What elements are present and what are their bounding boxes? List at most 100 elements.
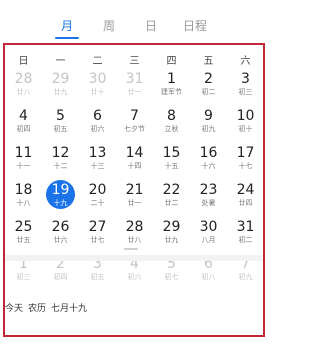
lunar-day: 初七 <box>164 273 179 281</box>
lunar-day: 廿七 <box>90 236 105 244</box>
day-number: 28 <box>125 219 144 235</box>
tab-week[interactable]: 周 <box>97 17 121 37</box>
tab-schedule[interactable]: 日程 <box>177 17 213 37</box>
day-cell[interactable]: 7 七夕节 <box>116 106 153 143</box>
lunar-day: 初三 <box>238 88 253 96</box>
day-cell[interactable]: 30 八月 <box>190 217 227 254</box>
day-number: 25 <box>14 219 33 235</box>
weekday-label: 一 <box>55 56 66 67</box>
day-number: 10 <box>236 108 255 124</box>
lunar-day: 十六 <box>201 162 216 170</box>
day-number: 9 <box>204 108 213 124</box>
day-cell[interactable]: 20 二十 <box>79 180 116 217</box>
drag-handle[interactable] <box>124 248 138 250</box>
lunar-day: 十五 <box>164 162 179 170</box>
day-cell[interactable]: 15 十五 <box>153 143 190 180</box>
day-cell[interactable]: 6 初六 <box>79 106 116 143</box>
day-number: 1 <box>167 71 176 87</box>
day-number: 26 <box>51 219 70 235</box>
day-number: 31 <box>236 219 255 235</box>
weekday-header: 日一二三四五六 <box>5 52 263 67</box>
day-cell[interactable]: 11 十一 <box>5 143 42 180</box>
lunar-date: 七月十九 <box>51 304 88 314</box>
lunar-day: 初九 <box>238 273 253 281</box>
lunar-day: 初三 <box>16 273 31 281</box>
day-cell[interactable]: 10 初十 <box>227 106 264 143</box>
lunar-info-bar: 今天 农历 七月十九 <box>5 301 92 314</box>
day-cell[interactable]: 4 初四 <box>5 106 42 143</box>
lunar-day: 建军节 <box>161 88 182 96</box>
lunar-day: 初六 <box>90 125 105 133</box>
day-number: 4 <box>19 108 28 124</box>
lunar-day: 初九 <box>201 125 216 133</box>
calendar-month-panel: 日一二三四五六 28 廿八 29 廿九 30 廿十 31 廿一 1 建军节 2 初二 3 初三 4 初四 5 初五… <box>3 43 265 337</box>
day-number: 30 <box>88 71 107 87</box>
day-cell[interactable]: 13 十三 <box>79 143 116 180</box>
view-tabs: 月 周 日 日程 <box>0 0 271 40</box>
day-cell[interactable]: 8 立秋 <box>153 106 190 143</box>
day-cell[interactable]: 30 廿十 <box>79 69 116 106</box>
weekday-label: 六 <box>240 56 251 67</box>
weekday-label: 三 <box>129 56 140 67</box>
day-cell[interactable]: 29 廿九 <box>42 69 79 106</box>
lunar-day: 七夕节 <box>124 125 145 133</box>
day-cell[interactable]: 31 廿一 <box>116 69 153 106</box>
day-cell[interactable]: 24 廿四 <box>227 180 264 217</box>
day-number: 13 <box>88 145 107 161</box>
day-cell[interactable]: 16 十六 <box>190 143 227 180</box>
day-cell[interactable]: 14 十四 <box>116 143 153 180</box>
day-cell[interactable]: 18 十八 <box>5 180 42 217</box>
day-number: 3 <box>241 71 250 87</box>
day-number: 22 <box>162 182 181 198</box>
day-cell[interactable]: 1 建军节 <box>153 69 190 106</box>
day-cell[interactable]: 25 廿五 <box>5 217 42 254</box>
lunar-day: 初四 <box>53 273 68 281</box>
day-cell[interactable]: 12 十二 <box>42 143 79 180</box>
lunar-day: 廿九 <box>164 236 179 244</box>
day-cell[interactable]: 3 初三 <box>227 69 264 106</box>
lunar-day: 初六 <box>127 273 142 281</box>
lunar-day: 廿八 <box>127 236 142 244</box>
day-number: 15 <box>162 145 181 161</box>
lunar-day: 十三 <box>90 162 105 170</box>
day-number: 24 <box>236 182 255 198</box>
lunar-day: 初八 <box>201 273 216 281</box>
day-number: 20 <box>88 182 107 198</box>
day-number: 7 <box>130 108 139 124</box>
day-cell[interactable]: 2 初二 <box>190 69 227 106</box>
day-cell[interactable]: 17 十七 <box>227 143 264 180</box>
tab-month[interactable]: 月 <box>55 17 79 37</box>
day-cell[interactable]: 31 初二 <box>227 217 264 254</box>
day-cell[interactable]: 5 初五 <box>42 106 79 143</box>
day-cell[interactable]: 27 廿七 <box>79 217 116 254</box>
lunar-day: 十四 <box>127 162 142 170</box>
today-label: 今天 <box>5 304 24 314</box>
weekday-label: 日 <box>18 56 29 67</box>
lunar-day: 二十 <box>90 199 105 207</box>
lunar-day: 初十 <box>238 125 253 133</box>
lunar-day: 廿八 <box>16 88 31 96</box>
tab-day[interactable]: 日 <box>139 17 163 37</box>
weekday-label: 五 <box>203 56 214 67</box>
day-cell-today[interactable]: 19 十九 <box>42 180 79 217</box>
day-cell[interactable]: 9 初九 <box>190 106 227 143</box>
lunar-day: 初五 <box>53 125 68 133</box>
day-number: 14 <box>125 145 144 161</box>
day-cell[interactable]: 28 廿八 <box>5 69 42 106</box>
day-cell[interactable]: 21 廿一 <box>116 180 153 217</box>
lunar-day: 初五 <box>90 273 105 281</box>
lunar-day: 十九 <box>53 199 68 207</box>
day-number: 17 <box>236 145 255 161</box>
day-number: 29 <box>51 71 70 87</box>
day-number: 6 <box>93 108 102 124</box>
day-cell[interactable]: 22 廿二 <box>153 180 190 217</box>
lunar-day: 初四 <box>16 125 31 133</box>
day-cell[interactable]: 26 廿六 <box>42 217 79 254</box>
lunar-day: 廿四 <box>238 199 253 207</box>
lunar-day: 十二 <box>53 162 68 170</box>
day-number: 5 <box>56 108 65 124</box>
day-number: 27 <box>88 219 107 235</box>
day-cell[interactable]: 23 处暑 <box>190 180 227 217</box>
day-cell[interactable]: 29 廿九 <box>153 217 190 254</box>
day-number: 28 <box>14 71 33 87</box>
